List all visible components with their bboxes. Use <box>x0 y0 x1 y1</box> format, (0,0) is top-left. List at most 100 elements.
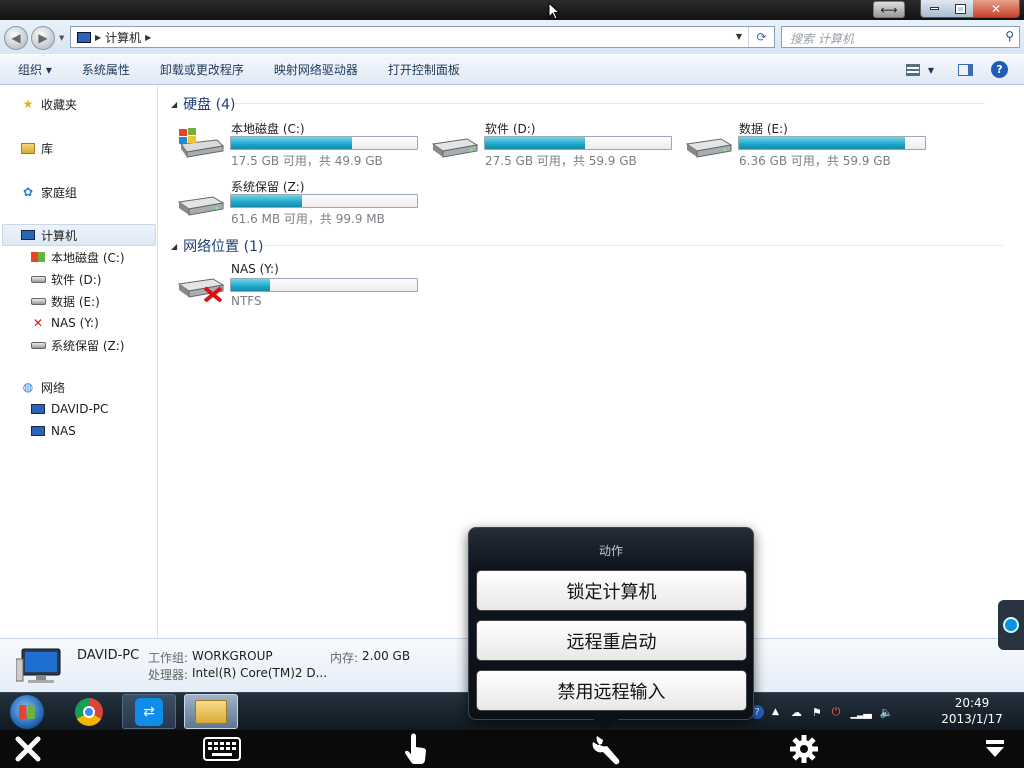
computer-icon <box>30 424 46 438</box>
teamviewer-icon: ⇄ <box>135 697 163 726</box>
drive-usage-bar <box>484 136 672 150</box>
breadcrumb-computer[interactable]: 计算机 <box>105 29 141 46</box>
popover-title: 动作 <box>598 544 623 558</box>
nav-label: DAVID-PC <box>51 402 109 416</box>
search-input[interactable]: 搜索 计算机 ⚲ <box>781 26 1020 48</box>
nav-label: 数据 (E:) <box>51 294 100 309</box>
disconnect-button[interactable] <box>8 730 48 768</box>
windows-logo-icon <box>10 694 44 729</box>
nav-label: 收藏夹 <box>41 97 78 112</box>
drive-icon <box>30 272 46 286</box>
minimize-button[interactable] <box>921 0 947 17</box>
organize-menu[interactable]: 组织 ▾ <box>0 61 52 78</box>
nav-network-david-pc[interactable]: DAVID-PC <box>30 398 108 420</box>
homegroup-icon: ✿ <box>22 185 34 199</box>
speaker-icon[interactable]: 🔈 <box>880 706 894 719</box>
drive-usage-fill <box>231 137 352 149</box>
breadcrumb-chevron-icon[interactable]: ▶ <box>95 33 101 42</box>
forward-button[interactable]: ▶ <box>31 26 55 50</box>
open-control-panel-button[interactable]: 打开控制面板 <box>370 61 460 78</box>
drive-space-info: 27.5 GB 可用，共 59.9 GB <box>485 154 637 168</box>
nav-drive-e[interactable]: 数据 (E:) <box>30 290 100 312</box>
lock-computer-button[interactable]: 锁定计算机 <box>476 570 747 611</box>
drive-icon <box>685 138 733 158</box>
network-icon: ◍ <box>22 380 34 394</box>
taskbar-chrome[interactable] <box>62 694 116 729</box>
drive-tile[interactable]: 系统保留 (Z:) 61.6 MB 可用，共 99.9 MB <box>177 178 427 228</box>
taskbar-teamviewer[interactable]: ⇄ <box>122 694 176 729</box>
taskbar-explorer[interactable] <box>184 694 238 729</box>
actions-popover: 动作 锁定计算机 远程重启动 禁用远程输入 <box>468 527 754 720</box>
drive-tile[interactable]: NAS (Y:) NTFS <box>177 262 427 312</box>
drive-name: 软件 (D:) <box>485 122 536 136</box>
nav-label: 计算机 <box>41 228 78 243</box>
cloud-icon[interactable]: ☁ <box>791 706 802 719</box>
address-dropdown-icon[interactable]: ▼ <box>736 32 742 41</box>
drive-usage-bar <box>230 136 418 150</box>
close-window-button[interactable]: ✕ <box>973 0 1019 17</box>
forward-arrow-icon: ▶ <box>38 31 48 45</box>
star-icon: ★ <box>22 97 34 111</box>
drive-filesystem: NTFS <box>231 294 262 308</box>
start-button[interactable] <box>2 694 52 729</box>
computer-icon <box>77 31 91 43</box>
breadcrumb-chevron-icon[interactable]: ▶ <box>145 33 151 42</box>
drive-space-info: 61.6 MB 可用，共 99.9 MB <box>231 212 385 226</box>
restore-icon <box>954 3 966 14</box>
tray-chevron-icon[interactable]: ▲ <box>772 707 779 717</box>
touch-mode-button[interactable] <box>396 730 436 768</box>
system-properties-button[interactable]: 系统属性 <box>64 61 130 78</box>
clock[interactable]: 20:49 2013/1/17 <box>940 695 1004 727</box>
teamviewer-side-tab[interactable] <box>998 600 1024 650</box>
group-header-network-locations[interactable]: ◢ 网络位置 (1) <box>171 236 1004 256</box>
close-icon <box>15 736 41 762</box>
uninstall-program-button[interactable]: 卸载或更改程序 <box>142 61 244 78</box>
nav-drive-z[interactable]: 系统保留 (Z:) <box>30 334 124 356</box>
back-button[interactable]: ◀ <box>4 26 28 50</box>
drive-space-info: 6.36 GB 可用，共 59.9 GB <box>739 154 891 168</box>
nav-network-nas[interactable]: NAS <box>30 420 76 442</box>
nav-favorites[interactable]: ★ 收藏夹 <box>20 93 77 115</box>
fit-screen-button[interactable]: ⟷ <box>873 1 905 18</box>
help-icon[interactable]: ? <box>991 61 1008 78</box>
settings-button[interactable] <box>784 730 824 768</box>
nav-drive-d[interactable]: 软件 (D:) <box>30 268 101 290</box>
actions-button[interactable] <box>588 730 628 768</box>
drive-tile[interactable]: 本地磁盘 (C:) 17.5 GB 可用，共 49.9 GB <box>177 120 427 170</box>
drive-tile[interactable]: 软件 (D:) 27.5 GB 可用，共 59.9 GB <box>431 120 681 170</box>
nav-drive-y[interactable]: ✕ NAS (Y:) <box>30 312 99 334</box>
map-network-drive-button[interactable]: 映射网络驱动器 <box>256 61 358 78</box>
drive-usage-fill <box>231 279 271 291</box>
view-options-button[interactable]: ▼ <box>900 61 940 79</box>
drive-tile[interactable]: 数据 (E:) 6.36 GB 可用，共 59.9 GB <box>685 120 935 170</box>
preview-pane-button[interactable] <box>955 61 975 79</box>
group-divider <box>263 245 1004 246</box>
disconnected-network-drive-icon <box>177 278 225 302</box>
windows-drive-icon <box>30 250 46 264</box>
drive-name: 本地磁盘 (C:) <box>231 122 305 136</box>
signal-icon[interactable]: ▁▂▃ <box>851 706 872 719</box>
flag-icon[interactable]: ⚑ <box>812 706 822 719</box>
nav-label: 本地磁盘 (C:) <box>51 250 125 265</box>
drive-usage-bar <box>230 278 418 292</box>
nav-homegroup[interactable]: ✿ 家庭组 <box>20 181 77 203</box>
nav-drive-c[interactable]: 本地磁盘 (C:) <box>30 246 125 268</box>
drive-name: 系统保留 (Z:) <box>231 180 305 194</box>
drive-usage-bar <box>230 194 418 208</box>
remote-reboot-button[interactable]: 远程重启动 <box>476 620 747 661</box>
command-bar: 组织 ▾ 系统属性 卸载或更改程序 映射网络驱动器 打开控制面板 ▼ <box>0 55 1024 85</box>
address-bar[interactable]: ▶ 计算机 ▶ ▼ ⟳ <box>70 26 775 48</box>
refresh-button[interactable]: ⟳ <box>748 27 774 47</box>
nav-network[interactable]: ◍ 网络 <box>20 376 65 398</box>
disable-remote-input-button[interactable]: 禁用远程输入 <box>476 670 747 711</box>
group-header-hard-drives[interactable]: ◢ 硬盘 (4) <box>171 94 986 114</box>
nav-libraries[interactable]: 库 <box>20 137 53 159</box>
history-dropdown-icon[interactable]: ▼ <box>59 34 64 42</box>
power-plug-icon[interactable]: ⏻ <box>832 705 841 719</box>
keyboard-button[interactable] <box>200 730 244 768</box>
nav-computer[interactable]: 计算机 <box>2 224 156 246</box>
maximize-button[interactable] <box>947 0 973 17</box>
collapse-toolbar-button[interactable] <box>978 730 1012 768</box>
search-icon[interactable]: ⚲ <box>1005 29 1014 43</box>
remote-bottom-bar <box>0 730 1024 768</box>
